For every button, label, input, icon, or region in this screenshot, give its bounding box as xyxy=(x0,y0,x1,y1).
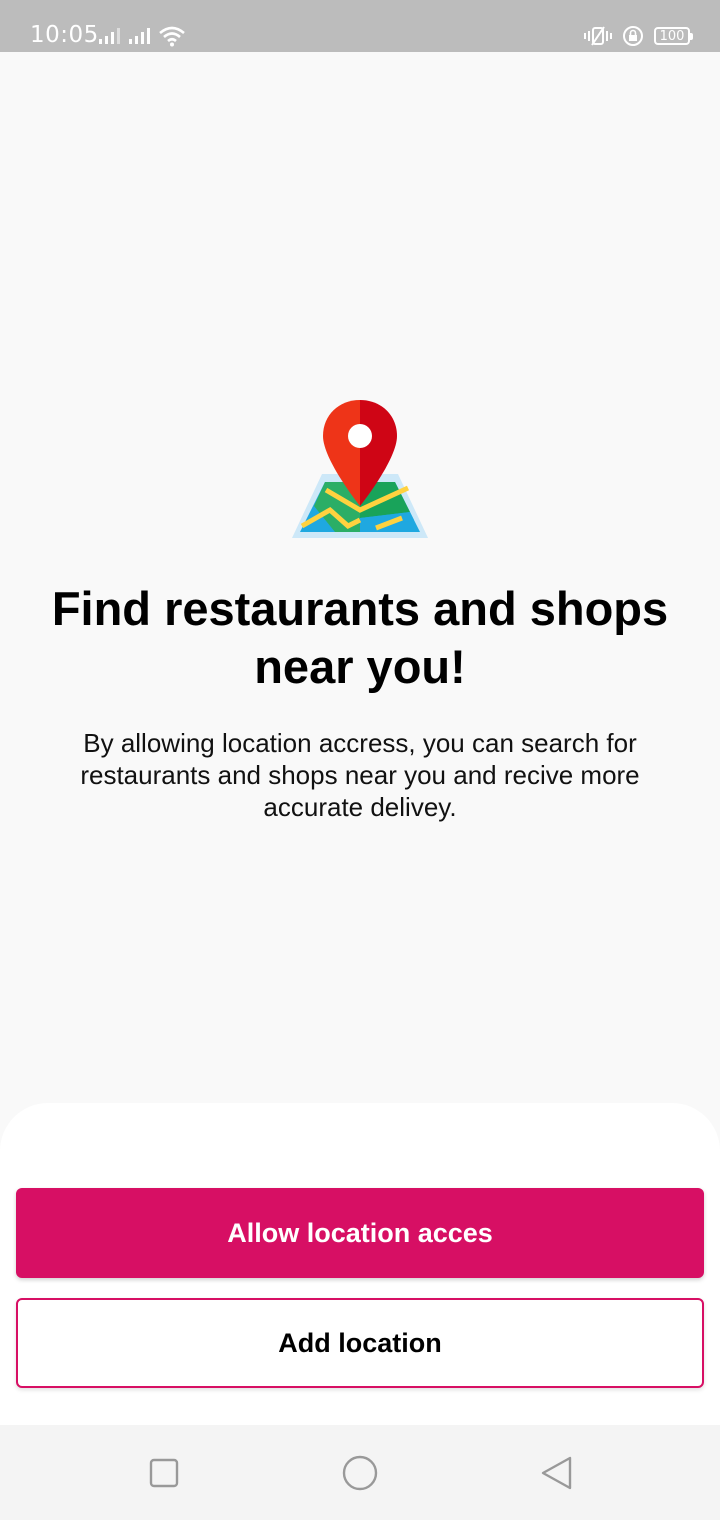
battery-icon: 100 xyxy=(654,27,693,45)
vibrate-icon xyxy=(584,26,612,46)
recents-button[interactable] xyxy=(144,1453,184,1493)
square-icon xyxy=(149,1458,179,1488)
description-text: By allowing location accress, you can se… xyxy=(80,728,640,822)
battery-level: 100 xyxy=(659,28,685,44)
title-line-2: near you! xyxy=(254,640,466,693)
page-title: Find restaurants and shops near you! xyxy=(0,580,720,696)
map-pin-icon xyxy=(292,400,428,538)
title-line-1: Find restaurants and shops xyxy=(51,582,669,635)
home-button[interactable] xyxy=(340,1453,380,1493)
wifi-icon xyxy=(159,26,185,47)
status-right-icons: 100 xyxy=(584,22,693,50)
triangle-back-icon xyxy=(541,1456,572,1490)
add-location-button[interactable]: Add location xyxy=(16,1298,704,1388)
add-location-label: Add location xyxy=(278,1327,442,1358)
back-button[interactable] xyxy=(536,1453,576,1493)
rotation-lock-icon xyxy=(623,26,643,46)
status-left-icons xyxy=(98,22,186,50)
allow-location-label: Allow location acces xyxy=(227,1217,493,1248)
allow-location-button[interactable]: Allow location acces xyxy=(16,1188,704,1278)
status-bar: 10:05 100 xyxy=(0,0,720,52)
navigation-bar xyxy=(0,1425,720,1520)
circle-icon xyxy=(342,1455,378,1491)
status-time: 10:05 xyxy=(30,22,99,48)
signal-icon xyxy=(99,28,120,44)
signal-icon xyxy=(129,28,150,44)
